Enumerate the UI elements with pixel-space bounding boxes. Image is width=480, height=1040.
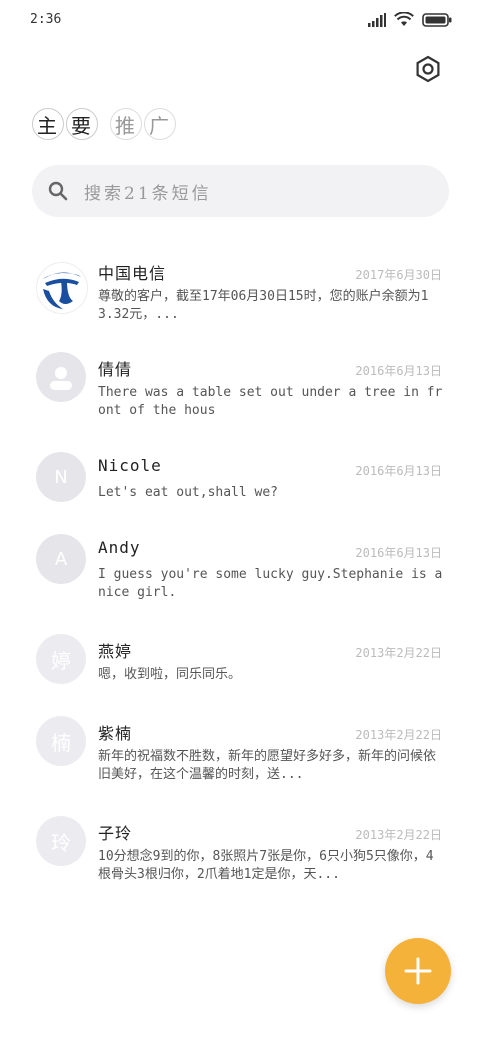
china-telecom-logo-icon	[36, 262, 88, 314]
tab-primary[interactable]: 主 要	[32, 108, 98, 140]
avatar-letter-a: A	[36, 534, 86, 584]
status-time: 2:36	[30, 12, 62, 27]
tab-promotions-char-2: 广	[144, 108, 176, 140]
category-tabs: 主 要 推 广	[32, 108, 176, 140]
conversation-item[interactable]: N Nicole 2016年6月13日 Let's eat out,shall …	[0, 448, 480, 518]
tab-promotions[interactable]: 推 广	[110, 108, 176, 140]
conversation-name: 子玲	[98, 824, 133, 843]
new-message-button[interactable]	[385, 938, 451, 1004]
conversation-name: Nicole	[98, 456, 162, 475]
search-bar[interactable]: 搜索21条短信	[32, 165, 449, 217]
battery-icon	[422, 12, 452, 27]
tab-primary-char-1: 主	[32, 108, 64, 140]
conversation-preview: Let's eat out,shall we?	[98, 485, 279, 500]
conversation-preview: 新年的祝福数不胜数，新年的愿望好多好多，新年的问候依旧美好，在这个温馨的时刻，送…	[98, 749, 437, 782]
conversation-date: 2016年6月13日	[355, 364, 442, 378]
conversation-item[interactable]: A Andy 2016年6月13日 I guess you're some lu…	[0, 530, 480, 610]
conversation-date: 2016年6月13日	[355, 464, 442, 478]
wifi-icon	[394, 12, 414, 26]
conversation-preview: There was a table set out under a tree i…	[98, 385, 443, 418]
status-icons	[368, 12, 452, 27]
conversation-preview: 尊敬的客户，截至17年06月30日15时，您的账户余额为13.32元，...	[98, 289, 429, 322]
search-icon	[48, 181, 68, 201]
conversation-date: 2013年2月22日	[355, 646, 442, 660]
avatar-char: 楠	[36, 716, 86, 766]
conversation-date: 2013年2月22日	[355, 728, 442, 742]
conversation-date: 2017年6月30日	[355, 268, 442, 282]
search-placeholder: 搜索21条短信	[84, 184, 212, 204]
conversation-name: 紫楠	[98, 724, 133, 743]
conversation-item[interactable]: 倩倩 2016年6月13日 There was a table set out …	[0, 348, 480, 428]
tab-primary-char-2: 要	[66, 108, 98, 140]
conversation-date: 2013年2月22日	[355, 828, 442, 842]
conversation-item[interactable]: 婷 燕婷 2013年2月22日 嗯，收到啦，同乐同乐。	[0, 630, 480, 700]
status-bar: 2:36	[0, 0, 480, 40]
plus-icon	[404, 957, 432, 985]
conversation-preview: I guess you're some lucky guy.Stephanie …	[98, 567, 443, 600]
avatar-char: 玲	[36, 816, 86, 866]
avatar-char: 婷	[36, 634, 86, 684]
conversation-preview: 10分想念9到的你，8张照片7张是你，6只小狗5只像你，4根骨头3根归你，2爪着…	[98, 849, 434, 882]
conversation-item[interactable]: 玲 子玲 2013年2月22日 10分想念9到的你，8张照片7张是你，6只小狗5…	[0, 812, 480, 892]
conversation-name: 中国电信	[98, 264, 167, 283]
conversation-preview: 嗯，收到啦，同乐同乐。	[98, 667, 242, 682]
conversation-date: 2016年6月13日	[355, 546, 442, 560]
avatar-letter-n: N	[36, 452, 86, 502]
conversation-item[interactable]: 中国电信 2017年6月30日 尊敬的客户，截至17年06月30日15时，您的账…	[0, 252, 480, 332]
signal-icon	[368, 12, 386, 27]
conversation-item[interactable]: 楠 紫楠 2013年2月22日 新年的祝福数不胜数，新年的愿望好多好多，新年的问…	[0, 712, 480, 792]
tab-promotions-char-1: 推	[110, 108, 142, 140]
conversation-name: 倩倩	[98, 360, 133, 379]
person-icon	[36, 352, 86, 402]
conversation-name: Andy	[98, 538, 141, 557]
conversation-name: 燕婷	[98, 642, 133, 661]
settings-gear-icon[interactable]	[414, 55, 442, 83]
